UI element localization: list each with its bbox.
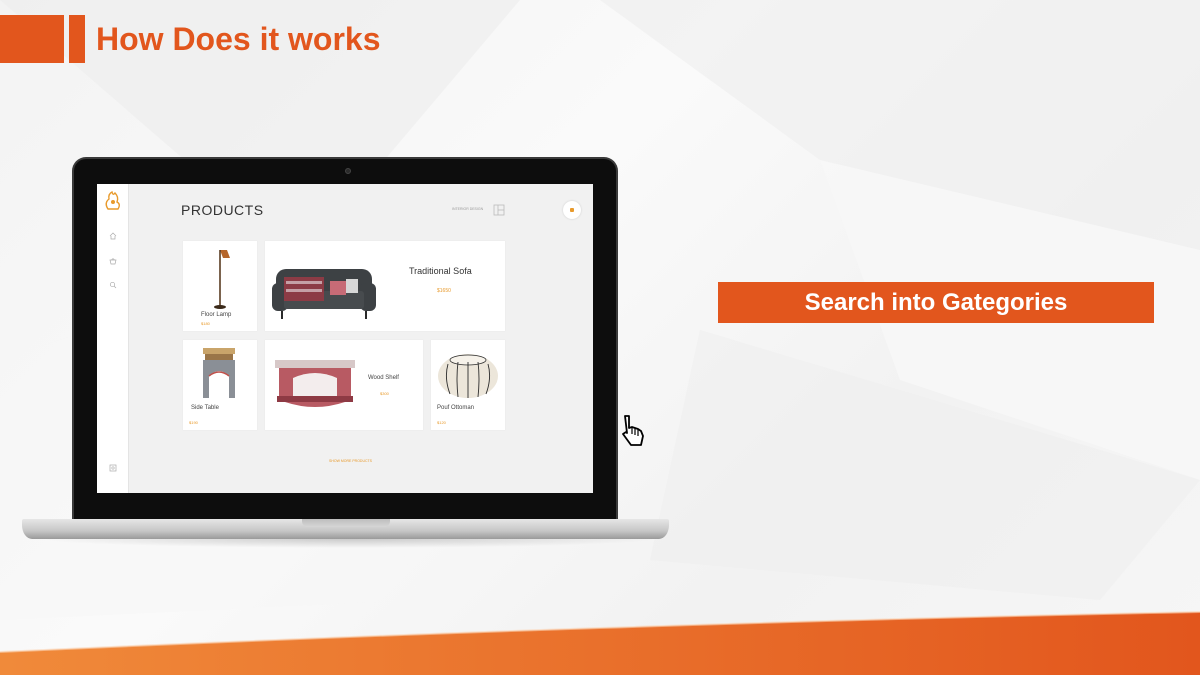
slide-title: How Does it works [96,21,381,57]
product-card-pouf-ottoman[interactable]: Pouf Ottoman $120 [431,340,505,430]
product-name: Floor Lamp [201,312,232,318]
settings-icon[interactable] [109,464,117,472]
layout-icon[interactable] [493,204,505,216]
search-icon[interactable] [109,281,117,289]
menu-button[interactable] [563,201,581,219]
product-name: Pouf Ottoman [437,405,475,411]
brand-logo-icon [105,190,120,210]
product-card-side-table[interactable]: Side Table $190 [183,340,257,430]
side-nav [97,184,129,493]
bottom-accent-wave [0,611,1200,675]
product-name: Wood Shelf [368,375,399,381]
home-icon[interactable] [109,232,117,240]
interior-design-link[interactable]: INTERIOR DESIGN [452,207,483,211]
product-card-wood-shelf[interactable]: Wood Shelf $300 [265,340,423,430]
callout-label: Search into Gategories [804,288,1068,316]
product-name: Traditional Sofa [409,266,472,276]
hand-cursor-icon [622,415,644,446]
title-accent-bar [0,15,64,63]
product-name: Side Table [191,405,219,411]
sofa-image [272,269,376,319]
product-card-traditional-sofa[interactable]: Traditional Sofa $1650 [265,241,505,331]
product-card-floor-lamp[interactable]: Floor Lamp $180 [183,241,257,331]
search-categories-callout: Search into Gategories [718,282,1154,323]
show-more-products-link[interactable]: SHOW MORE PRODUCTS [329,459,372,463]
laptop-notch [302,519,390,527]
product-price: $1650 [437,288,451,294]
webcam [345,168,351,174]
pouf-ottoman-image [438,354,498,398]
wood-shelf-image [275,360,355,407]
product-price: $120 [437,420,446,425]
basket-icon[interactable] [109,257,117,265]
product-price: $180 [201,321,210,326]
products-page-title: PRODUCTS [181,202,264,218]
title-accent-bar-thin [69,15,85,63]
app-screen: PRODUCTS INTERIOR DESIGN Floor Lamp $180 [97,184,593,493]
product-price: $300 [380,391,389,396]
side-table-image [203,348,235,398]
product-price: $190 [189,420,198,425]
floor-lamp-image [214,250,230,309]
